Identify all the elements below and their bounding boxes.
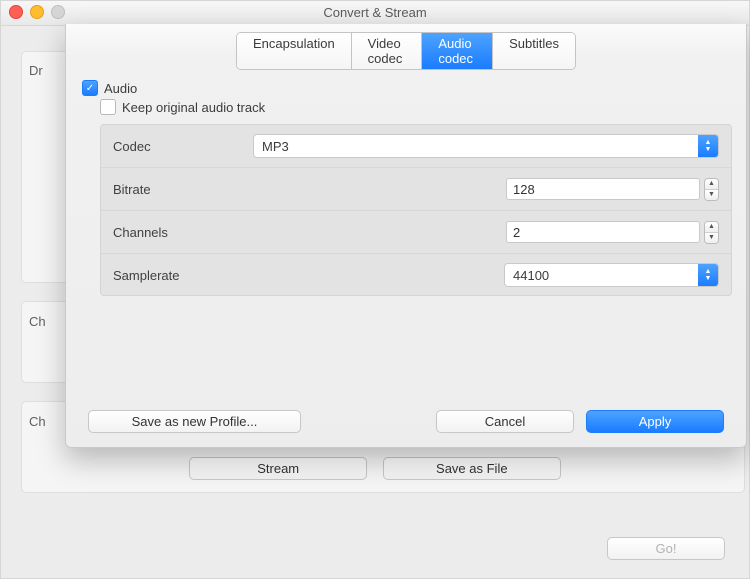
- bg-label-2: Ch: [29, 314, 46, 329]
- bitrate-input[interactable]: [506, 178, 700, 200]
- save-as-file-button[interactable]: Save as File: [383, 457, 561, 480]
- bg-label-3: Ch: [29, 414, 46, 429]
- chevron-up-icon: ▲: [705, 222, 718, 233]
- codec-select[interactable]: MP3 ▲▼: [253, 134, 719, 158]
- row-bitrate: Bitrate ▲ ▼: [101, 168, 731, 211]
- chevron-up-down-icon: ▲▼: [698, 264, 718, 286]
- window-title: Convert & Stream: [323, 5, 426, 20]
- samplerate-select[interactable]: 44100 ▲▼: [504, 263, 719, 287]
- keep-original-row: Keep original audio track: [100, 99, 265, 115]
- samplerate-value: 44100: [513, 268, 549, 283]
- stream-button[interactable]: Stream: [189, 457, 367, 480]
- traffic-lights: [9, 5, 65, 19]
- row-samplerate: Samplerate 44100 ▲▼: [101, 254, 731, 296]
- tab-encapsulation[interactable]: Encapsulation: [237, 33, 352, 69]
- chevron-up-icon: ▲: [705, 179, 718, 190]
- profile-edit-sheet: Encapsulation Video codec Audio codec Su…: [65, 24, 747, 448]
- chevron-up-down-icon: ▲▼: [698, 135, 718, 157]
- tab-video-codec[interactable]: Video codec: [352, 33, 423, 69]
- window-titlebar: Convert & Stream: [1, 1, 749, 26]
- keep-original-label: Keep original audio track: [122, 100, 265, 115]
- chevron-down-icon: ▼: [705, 190, 718, 200]
- sheet-footer: Save as new Profile... Cancel Apply: [82, 410, 730, 433]
- zoom-icon: [51, 5, 65, 19]
- go-button: Go!: [607, 537, 725, 560]
- tab-subtitles[interactable]: Subtitles: [493, 33, 575, 69]
- codec-label: Codec: [113, 139, 253, 154]
- save-as-new-profile-button[interactable]: Save as new Profile...: [88, 410, 301, 433]
- chevron-down-icon: ▼: [705, 233, 718, 243]
- samplerate-label: Samplerate: [113, 268, 253, 283]
- row-codec: Codec MP3 ▲▼: [101, 125, 731, 168]
- audio-form: Codec MP3 ▲▼ Bitrate ▲ ▼: [100, 124, 732, 296]
- tab-audio-codec[interactable]: Audio codec: [422, 33, 493, 69]
- audio-enable-checkbox[interactable]: ✓: [82, 80, 98, 96]
- bitrate-stepper[interactable]: ▲ ▼: [704, 178, 719, 201]
- cancel-button[interactable]: Cancel: [436, 410, 574, 433]
- minimize-icon[interactable]: [30, 5, 44, 19]
- keep-original-checkbox[interactable]: [100, 99, 116, 115]
- row-channels: Channels ▲ ▼: [101, 211, 731, 254]
- bitrate-label: Bitrate: [113, 182, 253, 197]
- close-icon[interactable]: [9, 5, 23, 19]
- channels-stepper[interactable]: ▲ ▼: [704, 221, 719, 244]
- bg-label-1: Dr: [29, 63, 43, 78]
- back-bottom-buttons: Stream Save as File: [1, 457, 749, 480]
- codec-value: MP3: [262, 139, 289, 154]
- channels-label: Channels: [113, 225, 253, 240]
- codec-tabs: Encapsulation Video codec Audio codec Su…: [236, 32, 576, 70]
- channels-input[interactable]: [506, 221, 700, 243]
- apply-button[interactable]: Apply: [586, 410, 724, 433]
- audio-enable-label: Audio: [104, 81, 137, 96]
- audio-enable-row: ✓ Audio: [82, 80, 137, 96]
